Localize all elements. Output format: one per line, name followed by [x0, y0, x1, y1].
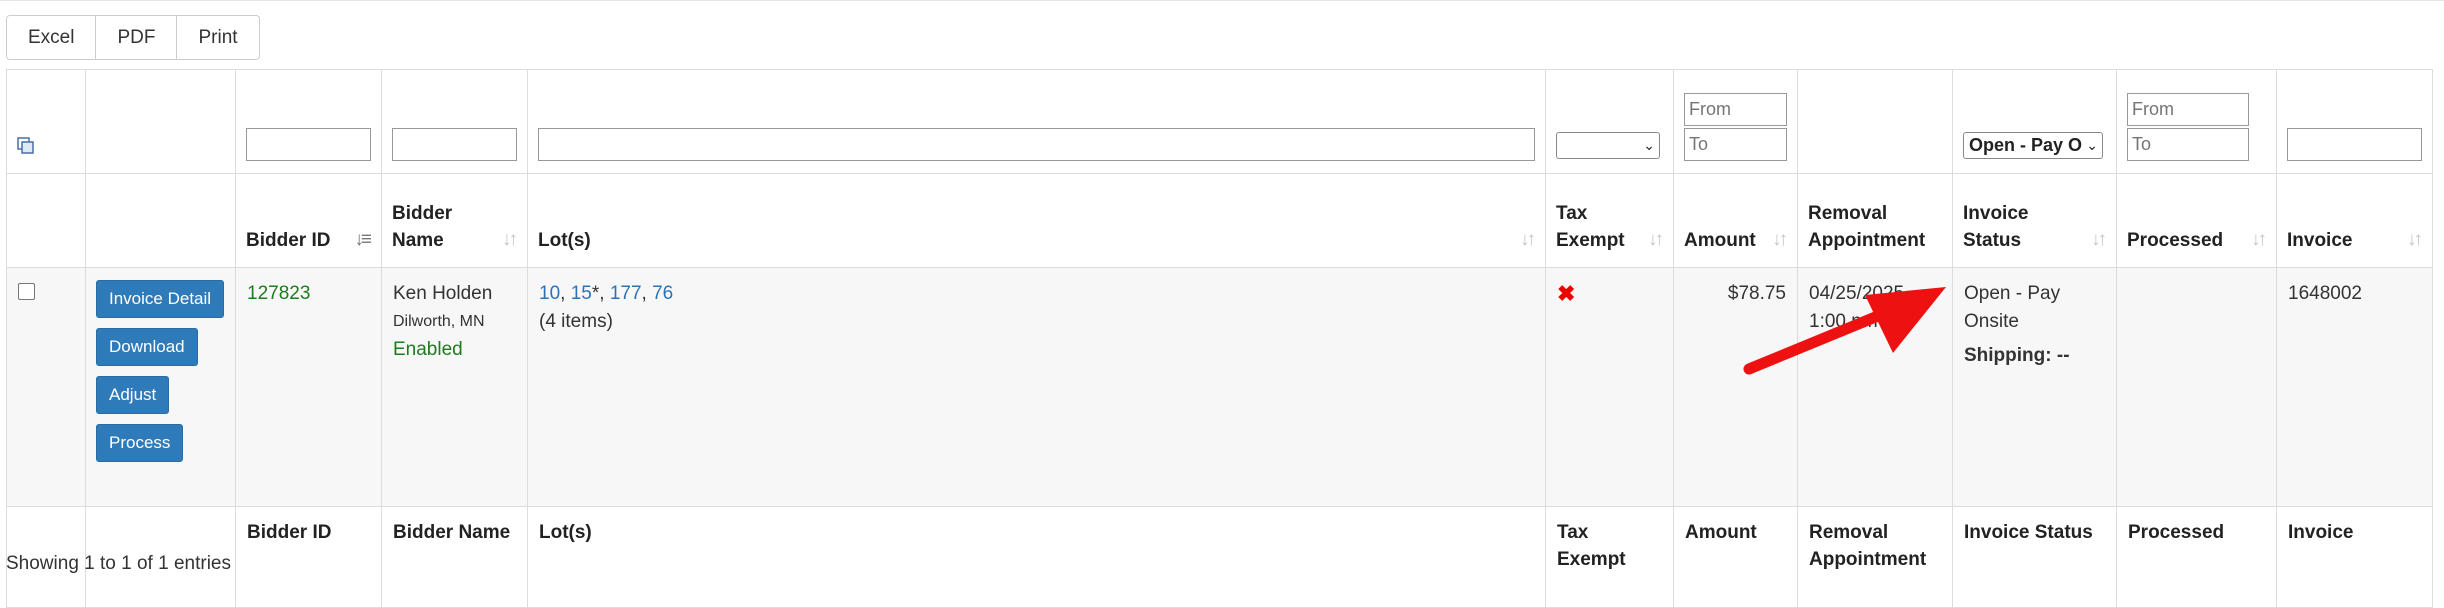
lot-list: 10, 15*, 177, 76 — [539, 283, 674, 304]
adjust-button[interactable]: Adjust — [96, 376, 170, 414]
table-info: Showing 1 to 1 of 1 entries — [6, 553, 231, 574]
invoices-table: ⌄ Open - Pay Onsite ⌄ Bidder ID↓≡ — [6, 69, 2433, 608]
sort-icon: ↓↑ — [2407, 229, 2423, 250]
filter-row: ⌄ Open - Pay Onsite ⌄ — [6, 69, 2433, 174]
table-row: Invoice Detail Download Adjust Process 1… — [6, 267, 2433, 507]
tax-exempt-select[interactable]: ⌄ — [1556, 132, 1660, 159]
lot-link[interactable]: 177 — [610, 283, 642, 304]
sort-asc-icon: ↓≡ — [354, 229, 372, 250]
lot-count: (4 items) — [539, 311, 613, 332]
sort-icon: ↓↑ — [2091, 229, 2107, 250]
footer-row: Bidder ID Bidder Name Lot(s) Tax Exempt … — [6, 506, 2433, 608]
excel-button[interactable]: Excel — [7, 16, 97, 59]
bidder-id-filter[interactable] — [246, 128, 371, 161]
process-button[interactable]: Process — [96, 424, 184, 462]
footer-amount: Amount — [1673, 506, 1798, 608]
chevron-down-icon: ⌄ — [1643, 137, 1655, 153]
lots-filter[interactable] — [538, 128, 1535, 161]
invoice-status-select[interactable]: Open - Pay Onsite ⌄ — [1963, 132, 2103, 159]
footer-bidder-name: Bidder Name — [381, 506, 528, 608]
sort-icon: ↓↑ — [2251, 229, 2267, 250]
lot-link[interactable]: 10 — [539, 283, 560, 304]
amount-from-input[interactable] — [1684, 93, 1787, 126]
shipping-text: Shipping: -- — [1964, 345, 2070, 366]
sort-icon: ↓↑ — [1772, 229, 1788, 250]
bidder-location: Dilworth, MN — [393, 313, 485, 330]
bidder-id-link[interactable]: 127823 — [247, 283, 310, 304]
col-processed[interactable]: Processed ↓↑ — [2116, 173, 2277, 268]
col-amount[interactable]: Amount ↓↑ — [1673, 173, 1798, 268]
amount-to-input[interactable] — [1684, 128, 1787, 161]
processed-to-input[interactable] — [2127, 128, 2249, 161]
download-button[interactable]: Download — [96, 328, 198, 366]
chevron-down-icon: ⌄ — [2086, 137, 2098, 153]
select-all-cell — [6, 69, 86, 174]
header-row: Bidder ID ↓≡ Bidder Name ↓↑ Lot(s) ↓↑ Tax Exe… — [6, 173, 2433, 268]
invoice-detail-button[interactable]: Invoice Detail — [96, 280, 225, 318]
footer-invoice-status: Invoice Status — [1952, 506, 2117, 608]
row-checkbox[interactable] — [18, 283, 35, 300]
pdf-button[interactable]: PDF — [96, 16, 178, 59]
removal-date: 04/25/2025 — [1809, 283, 1905, 304]
footer-removal-appointment: Removal Appointment — [1797, 506, 1953, 608]
bidder-name: Ken Holden — [393, 283, 493, 304]
col-removal-appointment: Removal Appointment — [1797, 173, 1953, 268]
bidder-name-filter[interactable] — [392, 128, 517, 161]
invoice-status-selected: Open - Pay Onsite — [1969, 135, 2083, 155]
footer-bidder-id: Bidder ID — [235, 506, 382, 608]
lot-link[interactable]: 15 — [571, 283, 592, 304]
invoice-number: 1648002 — [2288, 283, 2362, 304]
removal-time: 1:00 pm — [1809, 311, 1878, 332]
red-x-icon: ✖ — [1557, 281, 1576, 306]
invoice-filter[interactable] — [2287, 128, 2422, 161]
sort-icon: ↓↑ — [1648, 229, 1664, 250]
footer-invoice: Invoice — [2276, 506, 2433, 608]
bidder-status: Enabled — [393, 339, 463, 360]
copy-icon[interactable] — [17, 137, 35, 155]
col-tax-exempt[interactable]: Tax Exempt ↓↑ — [1545, 173, 1674, 268]
sort-icon: ↓↑ — [1520, 229, 1536, 250]
col-bidder-name[interactable]: Bidder Name ↓↑ — [381, 173, 528, 268]
sort-icon: ↓↑ — [502, 229, 518, 250]
col-bidder-id[interactable]: Bidder ID ↓≡ — [235, 173, 382, 268]
footer-lots: Lot(s) — [527, 506, 1546, 608]
lot-link[interactable]: 76 — [652, 283, 673, 304]
invoice-status-line1: Open - Pay — [1964, 283, 2061, 304]
processed-from-input[interactable] — [2127, 93, 2249, 126]
amount-value: $78.75 — [1727, 283, 1786, 304]
footer-processed: Processed — [2116, 506, 2277, 608]
top-divider — [0, 0, 2444, 1]
print-button[interactable]: Print — [177, 16, 259, 59]
col-lots[interactable]: Lot(s) ↓↑ — [527, 173, 1546, 268]
footer-tax-exempt: Tax Exempt — [1545, 506, 1674, 608]
col-invoice-status[interactable]: Invoice Status ↓↑ — [1952, 173, 2117, 268]
col-invoice[interactable]: Invoice ↓↑ — [2276, 173, 2433, 268]
export-button-group: Excel PDF Print — [6, 15, 260, 60]
invoice-status-line2: Onsite — [1964, 311, 2019, 332]
